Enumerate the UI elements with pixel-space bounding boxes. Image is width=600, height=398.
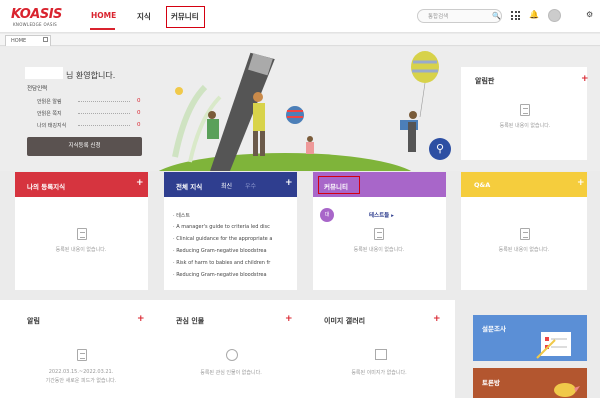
search-icon[interactable]: 🔍 <box>492 12 501 20</box>
avatar[interactable] <box>548 9 561 22</box>
hero-illustration <box>158 51 439 171</box>
interest-plus-button[interactable]: + <box>285 314 293 324</box>
list-item[interactable]: · A manager's guide to criteria led disc <box>173 224 283 230</box>
search-bubble-icon[interactable]: ⚲ <box>429 138 451 160</box>
app-grid-icon[interactable] <box>511 11 520 20</box>
stat-leader <box>78 113 130 114</box>
stat-tagged-knowledge-value[interactable]: 0 <box>137 122 141 128</box>
notice-plus-button[interactable]: + <box>581 74 589 84</box>
stat-tagged-knowledge-label[interactable]: 나의 태깅지식 <box>37 122 66 129</box>
gear-icon[interactable]: ⚙ <box>586 10 593 19</box>
alarm-empty-text: 기간동안 새로운 피드가 없습니다. <box>45 378 117 384</box>
empty-document-icon <box>374 228 384 240</box>
survey-illustration <box>536 332 571 359</box>
qa-title: Q&A <box>474 181 491 189</box>
list-item[interactable]: · 테스트 <box>173 212 283 219</box>
interest-title: 관심 인물 <box>176 317 205 325</box>
nav-knowledge[interactable]: 지식 <box>137 11 151 22</box>
notice-empty-text: 등록된 내용이 없습니다. <box>499 123 551 129</box>
forum-title: 토론방 <box>482 379 500 387</box>
logo-subtitle: KNOWLEDGE OASIS <box>13 22 58 27</box>
nav-home[interactable]: HOME <box>91 11 116 20</box>
stat-unread-note-label[interactable]: 안읽은 쪽지 <box>37 110 62 117</box>
empty-document-icon <box>520 104 530 116</box>
community-badge: 대 <box>320 208 334 222</box>
survey-title: 설문조사 <box>482 325 506 333</box>
stat-unread-alarm-value[interactable]: 0 <box>137 98 141 104</box>
interest-empty-text: 등록된 관심 인물이 없습니다. <box>200 370 262 376</box>
community-title: 커뮤니티 <box>324 183 348 191</box>
tab-window-icon[interactable] <box>43 37 48 42</box>
community-link[interactable]: 테스트들 ▸ <box>369 211 394 219</box>
list-item[interactable]: · Reducing Gram-negative bloodstrea <box>173 248 283 254</box>
all-knowledge-title: 전체 지식 <box>176 183 203 191</box>
qa-empty-text: 등록된 내용이 없습니다. <box>498 247 550 253</box>
user-name-redacted <box>25 67 63 79</box>
user-role: 전담인력 <box>27 86 48 92</box>
tab-bar <box>0 34 600 46</box>
my-knowledge-plus-button[interactable]: + <box>136 178 144 188</box>
alarm-period: 2022.03.15.~2022.03.21. <box>48 369 114 375</box>
list-item[interactable]: · Clinical guidance for the appropriate … <box>173 236 283 242</box>
notice-title: 알림판 <box>475 77 495 85</box>
gallery-title: 이미지 갤러리 <box>324 317 366 325</box>
all-knowledge-plus-button[interactable]: + <box>285 178 293 188</box>
qa-plus-button[interactable]: + <box>577 178 585 188</box>
welcome-text: 님 환영합니다. <box>66 71 116 80</box>
empty-document-icon <box>77 228 87 240</box>
my-knowledge-empty-text: 등록된 내용이 없습니다. <box>55 247 107 253</box>
gallery-empty-text: 등록된 이미지가 없습니다. <box>351 370 407 376</box>
tab-latest[interactable]: 최신 <box>221 181 232 190</box>
search-placeholder: 통합검색 <box>428 14 449 20</box>
my-knowledge-title: 나의 등록지식 <box>27 183 66 191</box>
calendar-icon <box>77 349 87 361</box>
logo[interactable]: KOASIS <box>11 7 62 22</box>
stat-unread-alarm-label[interactable]: 안읽은 알림 <box>37 98 62 105</box>
alarm-title: 알림 <box>27 317 40 325</box>
stat-leader <box>78 125 130 126</box>
register-knowledge-button[interactable]: 지식등록 신청 <box>27 137 142 156</box>
empty-document-icon <box>520 228 530 240</box>
image-icon <box>375 349 387 360</box>
list-item[interactable]: · Reducing Gram-negative bloodstrea <box>173 272 283 278</box>
nav-community[interactable]: 커뮤니티 <box>171 11 199 22</box>
person-icon <box>226 349 238 361</box>
community-empty-text: 등록된 내용이 없습니다. <box>353 247 405 253</box>
nav-active-indicator <box>90 28 115 30</box>
stat-unread-note-value[interactable]: 0 <box>137 110 141 116</box>
alarm-plus-button[interactable]: + <box>137 314 145 324</box>
list-item[interactable]: · Risk of harm to babies and children fr <box>173 260 283 266</box>
forum-illustration <box>554 383 580 397</box>
bell-icon[interactable]: 🔔 <box>529 10 539 19</box>
gallery-plus-button[interactable]: + <box>433 314 441 324</box>
stat-leader <box>78 101 130 102</box>
tab-best[interactable]: 우수 <box>245 181 256 190</box>
